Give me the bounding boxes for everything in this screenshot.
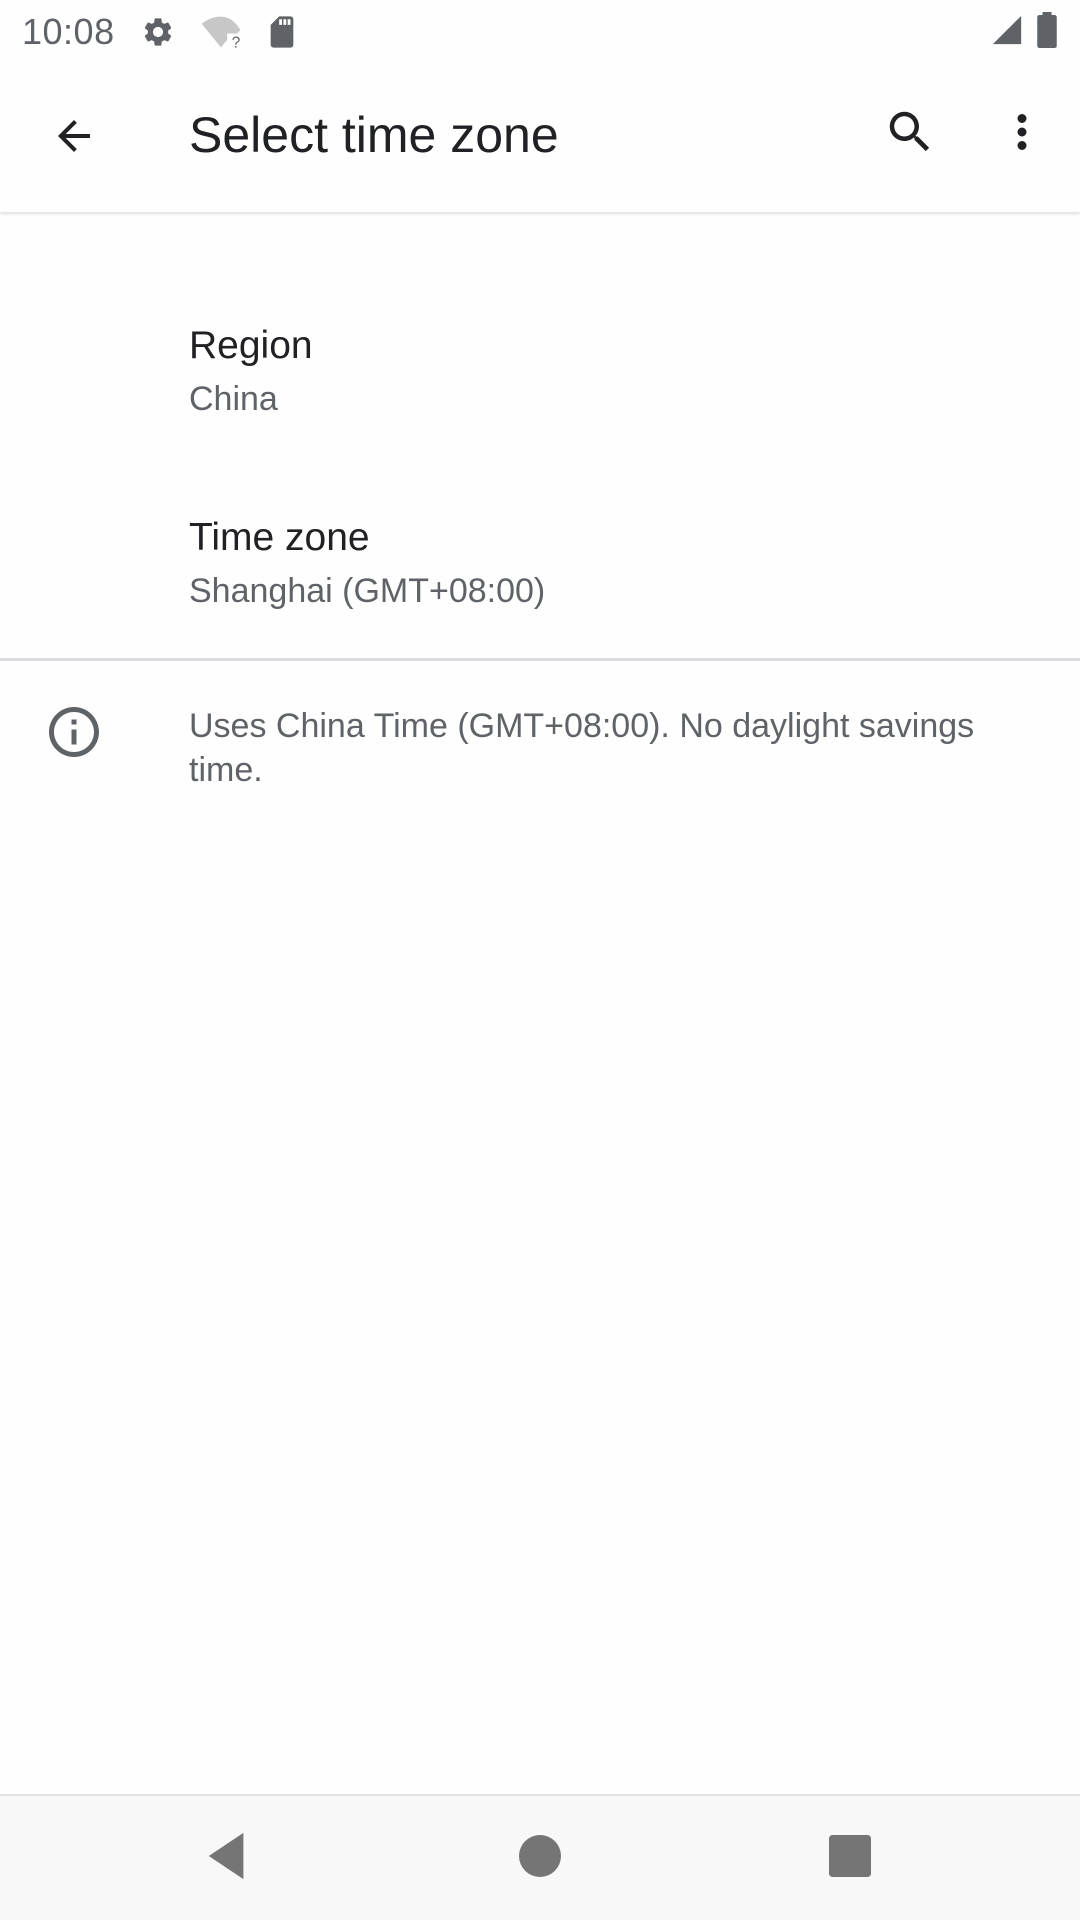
back-button[interactable]: [26, 90, 122, 186]
recents-square-icon: [829, 1834, 871, 1882]
region-preference[interactable]: Region China: [189, 322, 1039, 422]
time-zone-summary: Shanghai (GMT+08:00): [189, 572, 546, 610]
home-circle-icon: [519, 1834, 561, 1882]
app-bar: Select time zone: [0, 64, 1080, 212]
sd-card-icon: [267, 15, 297, 49]
more-options-button[interactable]: [974, 86, 1070, 182]
time-zone-info-text: Uses China Time (GMT+08:00). No daylight…: [189, 707, 975, 789]
time-zone-preference[interactable]: Time zone Shanghai (GMT+08:00): [189, 514, 1039, 614]
search-icon: [883, 105, 937, 164]
arrow-back-icon: [50, 112, 98, 165]
nav-back-button[interactable]: [188, 1818, 268, 1898]
system-nav-bar: [0, 1794, 1080, 1920]
screen: 10:08 ? Select time zone Region China Ti…: [0, 0, 1080, 1920]
gear-icon: [141, 15, 175, 49]
battery-icon: [1036, 11, 1058, 53]
status-right-group: [990, 0, 1058, 64]
more-vert-icon: [995, 105, 1049, 164]
page-title: Select time zone: [189, 107, 559, 163]
nav-home-button[interactable]: [500, 1818, 580, 1898]
divider: [0, 658, 1080, 661]
region-summary: China: [189, 380, 278, 418]
nav-recents-button[interactable]: [810, 1818, 890, 1898]
svg-text:?: ?: [231, 34, 240, 49]
wifi-unknown-icon: ?: [201, 15, 241, 49]
search-button[interactable]: [862, 86, 958, 182]
cell-signal-icon: [990, 13, 1024, 52]
status-bar: 10:08 ?: [0, 0, 1080, 64]
back-triangle-icon: [204, 1831, 252, 1886]
status-time: 10:08: [22, 11, 115, 52]
info-icon: [44, 702, 104, 762]
time-zone-title: Time zone: [189, 516, 370, 559]
region-title: Region: [189, 324, 313, 367]
